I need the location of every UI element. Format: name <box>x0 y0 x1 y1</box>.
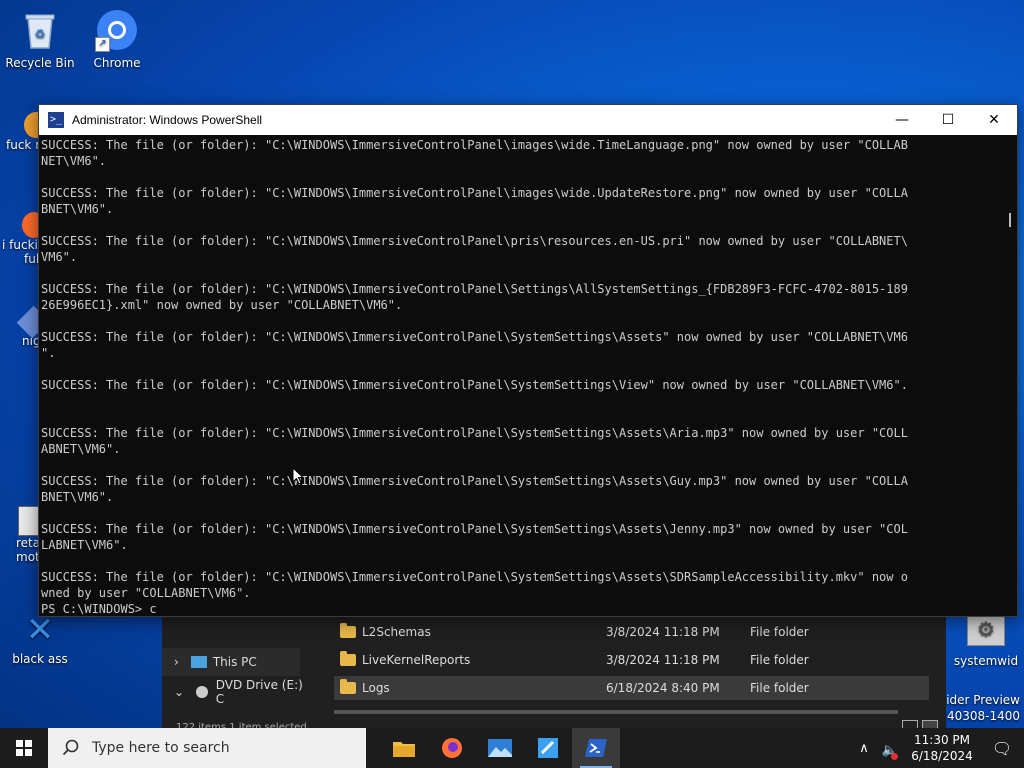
powershell-window[interactable]: >_ Administrator: Windows PowerShell — ☐… <box>38 104 1018 617</box>
console-scrollbar[interactable] <box>1000 135 1017 616</box>
shortcut-arrow-icon: ↗ <box>95 37 110 52</box>
file-name: Logs <box>362 681 390 695</box>
file-name: LiveKernelReports <box>362 653 471 667</box>
taskbar: Type here to search ∧ 🔈 11:30 PM 6/18/20… <box>0 728 1024 768</box>
file-row[interactable]: LiveKernelReports 3/8/2024 11:18 PM File… <box>334 648 929 672</box>
file-name: L2Schemas <box>362 625 431 639</box>
taskbar-photos[interactable] <box>476 728 524 768</box>
windows-logo-icon <box>16 740 32 756</box>
file-date: 6/18/2024 8:40 PM <box>606 681 720 695</box>
system-tray: ∧ 🔈 11:30 PM 6/18/2024 🗨 <box>852 728 1024 768</box>
taskbar-firefox[interactable] <box>428 728 476 768</box>
file-type: File folder <box>750 653 809 667</box>
volume-icon[interactable]: 🔈 <box>876 739 904 760</box>
this-pc-icon <box>190 656 207 668</box>
desktop-icon-black-ass[interactable]: ✕ black ass <box>0 612 80 666</box>
notification-glyph: 🗨 <box>991 738 1013 758</box>
vscode-icon: ✕ <box>25 610 55 650</box>
window-title: Administrator: Windows PowerShell <box>72 113 263 127</box>
file-explorer-window: › This PC ⌄ DVD Drive (E:) C 122 items 1… <box>162 612 946 732</box>
file-row[interactable]: L2Schemas 3/8/2024 11:18 PM File folder <box>334 620 929 644</box>
file-date: 3/8/2024 11:18 PM <box>606 653 720 667</box>
desktop-icon-chrome[interactable]: ↗ Chrome <box>77 8 157 70</box>
volume-muted-badge <box>891 752 898 760</box>
search-placeholder: Type here to search <box>92 740 230 756</box>
minimize-button[interactable]: — <box>879 105 925 135</box>
chevron-right-icon: › <box>174 655 179 669</box>
chevron-down-icon: ⌄ <box>174 685 185 699</box>
nav-item-this-pc[interactable]: › This PC <box>162 648 300 676</box>
photos-icon <box>488 739 512 757</box>
svg-text:♻: ♻ <box>35 27 46 41</box>
clock-date: 6/18/2024 <box>911 749 973 763</box>
window-controls: — ☐ ✕ <box>879 105 1017 135</box>
file-type: File folder <box>750 625 809 639</box>
taskbar-visual-studio[interactable] <box>524 728 572 768</box>
nav-item-dvd-drive[interactable]: ⌄ DVD Drive (E:) C <box>162 678 312 706</box>
firefox-icon <box>442 738 462 758</box>
mouse-cursor-icon <box>292 467 304 485</box>
nav-label-this-pc: This PC <box>212 655 257 669</box>
taskbar-file-explorer[interactable] <box>380 728 428 768</box>
notification-center-icon[interactable]: 🗨 <box>980 739 1024 758</box>
settings-gear-icon: ⚙ <box>967 612 1005 646</box>
taskbar-powershell[interactable] <box>572 728 620 768</box>
side-label-7: black ass <box>12 652 68 666</box>
scrollbar-thumb[interactable] <box>1009 213 1011 227</box>
taskbar-search-box[interactable]: Type here to search <box>48 728 366 768</box>
folder-icon <box>340 651 356 666</box>
tray-chevron-icon[interactable]: ∧ <box>852 741 876 756</box>
recycle-bin-label: Recycle Bin <box>5 56 75 70</box>
file-type: File folder <box>750 681 809 695</box>
console-output[interactable]: SUCCESS: The file (or folder): "C:\WINDO… <box>41 137 999 616</box>
maximize-button[interactable]: ☐ <box>925 105 971 135</box>
systemwide-label: systemwid <box>953 654 1019 668</box>
powershell-icon: >_ <box>48 112 64 128</box>
explorer-horizontal-scrollbar[interactable] <box>334 710 898 714</box>
powershell-taskbar-icon <box>585 739 607 757</box>
desktop-icon-recycle-bin[interactable]: ♻ Recycle Bin <box>0 8 80 70</box>
powershell-titlebar[interactable]: >_ Administrator: Windows PowerShell — ☐… <box>39 105 1017 135</box>
file-explorer-icon <box>393 742 415 757</box>
chrome-label: Chrome <box>93 56 141 70</box>
close-button[interactable]: ✕ <box>971 105 1017 135</box>
file-row-selected[interactable]: Logs 6/18/2024 8:40 PM File folder <box>334 676 929 700</box>
nav-label-dvd-drive: DVD Drive (E:) C <box>215 678 303 706</box>
dvd-drive-icon <box>196 686 208 698</box>
search-icon <box>62 739 79 756</box>
folder-icon <box>340 679 356 694</box>
folder-icon <box>340 623 356 638</box>
visual-studio-icon <box>538 738 558 758</box>
clock-time: 11:30 PM <box>914 733 970 747</box>
chrome-icon: ↗ <box>95 8 139 52</box>
desktop-icon-systemwide[interactable]: ⚙ systemwid <box>948 612 1024 668</box>
file-date: 3/8/2024 11:18 PM <box>606 625 720 639</box>
start-button[interactable] <box>0 728 48 768</box>
recycle-bin-icon: ♻ <box>18 8 62 52</box>
taskbar-clock[interactable]: 11:30 PM 6/18/2024 <box>904 732 980 764</box>
